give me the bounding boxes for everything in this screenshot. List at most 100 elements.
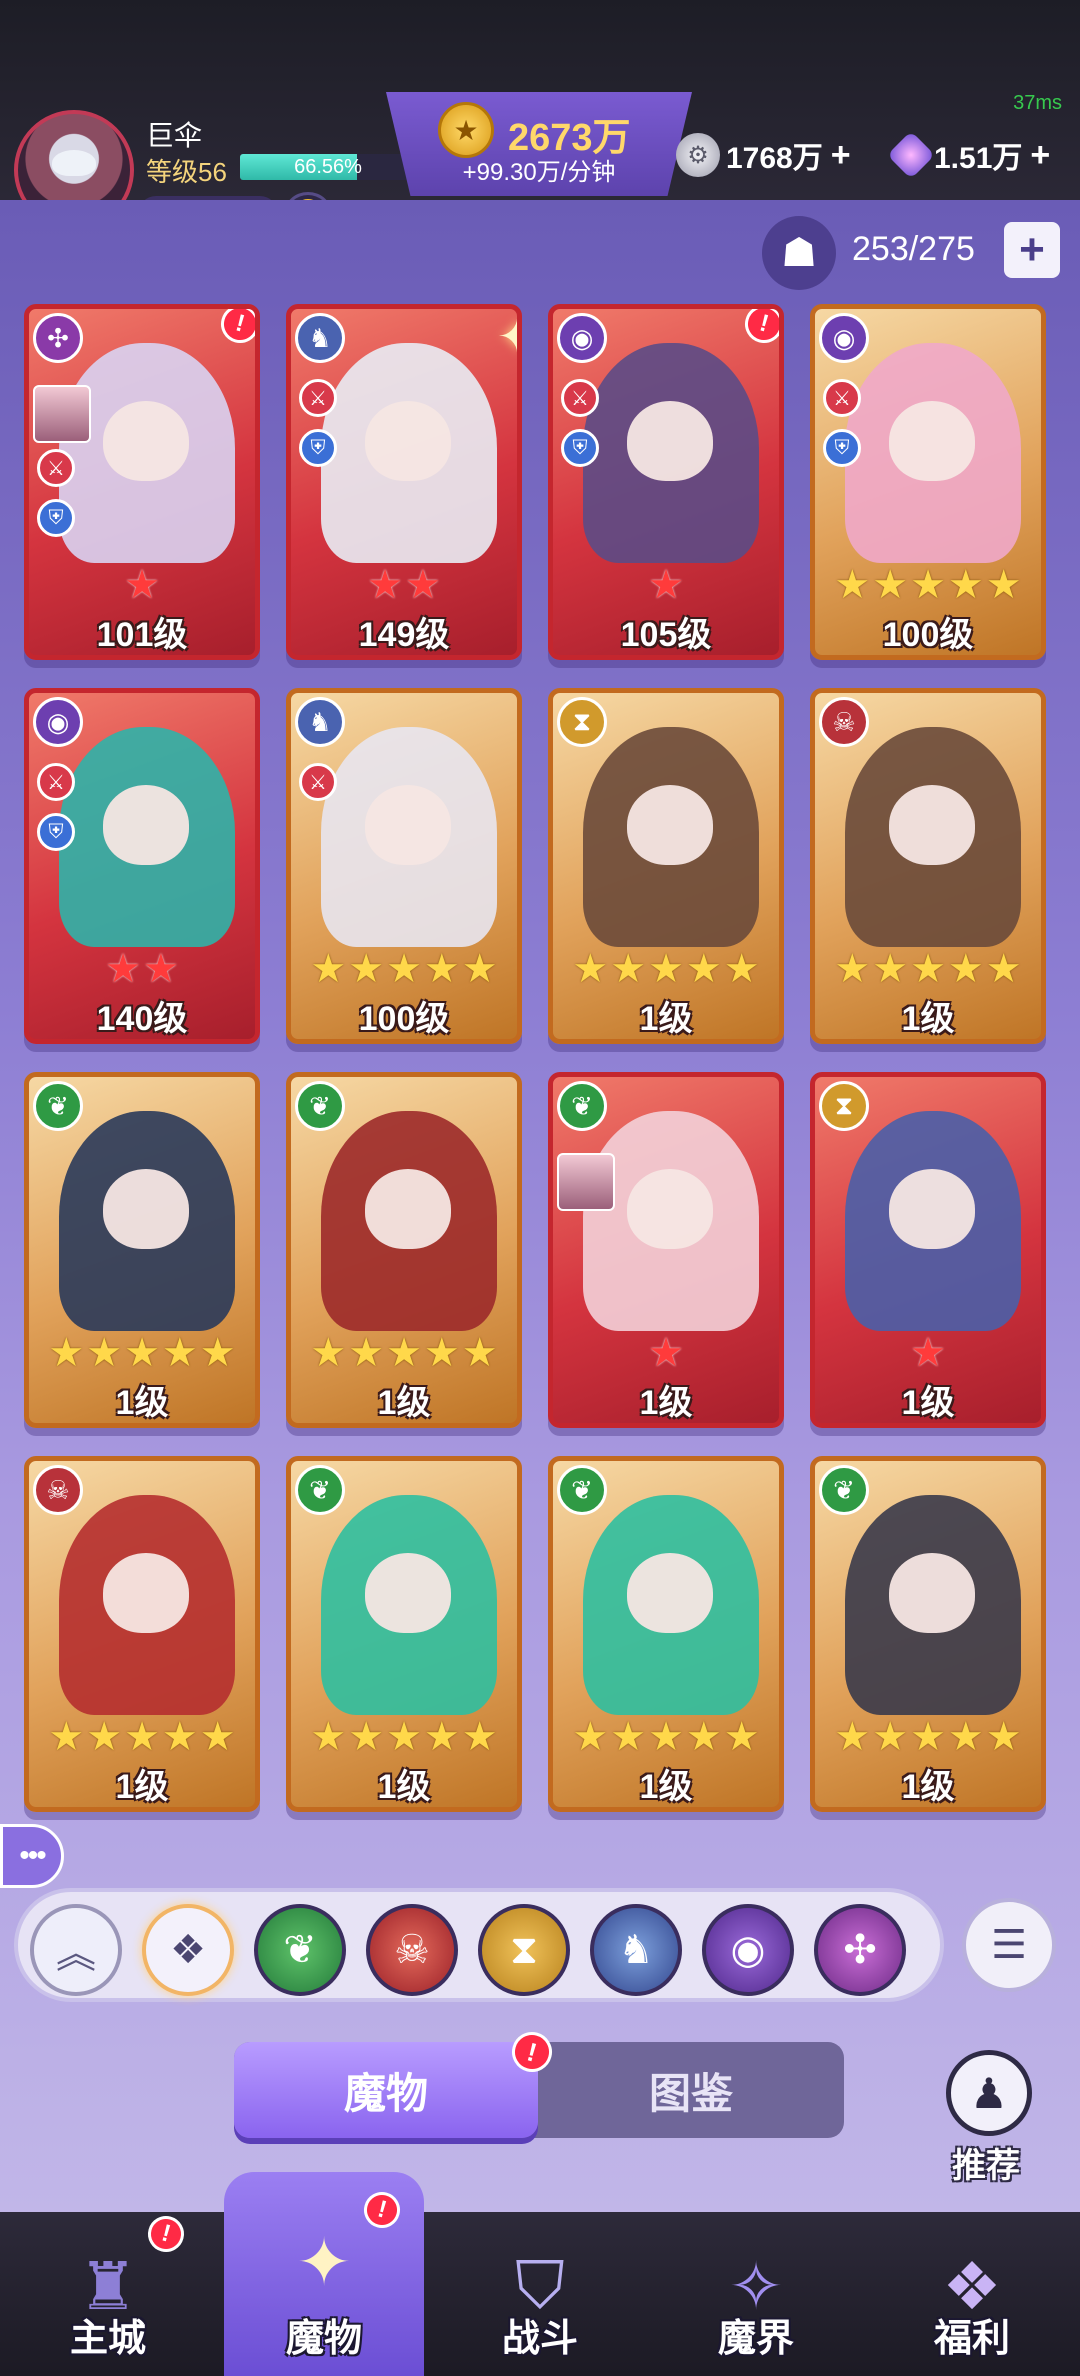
sort-button[interactable]: ☰: [962, 1898, 1056, 1992]
chat-bubble-icon[interactable]: •••: [0, 1824, 64, 1888]
sword-icon: ⚔: [561, 379, 599, 417]
filter-fire-button[interactable]: ☠: [366, 1904, 458, 1996]
star-icon: ★: [723, 1715, 760, 1759]
star-icon: ★: [572, 1715, 609, 1759]
monster-card[interactable]: ♞ ⚔ ⛨ ✦ ★★ 149级: [286, 304, 522, 660]
monster-face: [103, 1553, 189, 1633]
star-icon: ★: [348, 1331, 385, 1375]
star-icon: ★: [910, 563, 946, 607]
monster-card[interactable]: ❦ ★ ★ ★ ★ ★ 1级: [286, 1456, 522, 1812]
recommend-icon[interactable]: ♟: [946, 2050, 1032, 2136]
monster-card[interactable]: ❦ ★ ★ ★ ★ ★ 1级: [810, 1456, 1046, 1812]
star-icon: ★: [161, 1331, 198, 1375]
star-icon: ★: [834, 563, 871, 607]
filter-nature-button[interactable]: ❦: [254, 1904, 346, 1996]
star-rating: ★ ★ ★ ★ ★: [291, 1715, 517, 1759]
star-rating: ★ ★ ★ ★ ★: [815, 563, 1041, 607]
star-icon: ★: [648, 1331, 684, 1375]
star-icon: ★: [423, 1331, 460, 1375]
nav-item[interactable]: ♜ 主城!: [8, 2211, 208, 2376]
filter-eye-button[interactable]: ◉: [702, 1904, 794, 1996]
monster-card[interactable]: ⧗ ★ ★ ★ ★ ★ 1级: [548, 688, 784, 1044]
notify-badge: !: [740, 309, 779, 348]
monster-level: 1级: [901, 1768, 955, 1806]
star-icon: ★: [834, 947, 871, 991]
star-rating: ★ ★ ★ ★ ★: [29, 1715, 255, 1759]
nav-label: 魔界: [717, 2318, 794, 2360]
star-icon: ★: [910, 1715, 946, 1759]
crystal-currency[interactable]: 1.51万 +: [886, 130, 1050, 180]
monster-card[interactable]: ♞ ⚔ ★ ★ ★ ★ ★ 100级: [286, 688, 522, 1044]
star-icon: ★: [143, 947, 179, 991]
tab-monsters[interactable]: 魔物: [234, 2042, 538, 2138]
monster-face: [365, 785, 451, 865]
shield-icon: ⛨: [299, 429, 337, 467]
filter-collapse-button[interactable]: ︽: [30, 1904, 122, 1996]
capacity-add-button[interactable]: +: [1004, 222, 1060, 278]
star-rating: ★ ★ ★ ★ ★: [29, 1331, 255, 1375]
silver-currency[interactable]: ⚙ 1768万 +: [676, 130, 851, 180]
crystal-amount: 1.51万: [934, 142, 1023, 175]
nav-item[interactable]: ❖ 福利: [872, 2212, 1072, 2376]
eye-element-icon: ◉: [33, 697, 83, 747]
monster-face: [889, 401, 975, 481]
ping-readout: 37ms: [1013, 92, 1062, 114]
monster-level: 149级: [358, 616, 450, 654]
star-icon: ★: [86, 1331, 123, 1375]
sand-element-icon: ⧗: [557, 697, 607, 747]
monster-card[interactable]: ◉ ⚔ ⛨ ★ ★ ★ ★ ★ 100级: [810, 304, 1046, 660]
filter-wolf-button[interactable]: ♞: [590, 1904, 682, 1996]
gold-coin-icon: ★: [438, 102, 494, 158]
monster-card[interactable]: ⧗ ★ 1级: [810, 1072, 1046, 1428]
monster-card[interactable]: ◉ ⚔ ⛨ ★ ★ 140级: [24, 688, 260, 1044]
sword-icon: ⚔: [37, 763, 75, 801]
nature-element-icon: ❦: [295, 1465, 345, 1515]
filter-all-button[interactable]: ❖: [142, 1904, 234, 1996]
monster-face: [627, 1553, 713, 1633]
nature-element-icon: ❦: [295, 1081, 345, 1131]
star-rating: ★ ★ ★ ★ ★: [291, 947, 517, 991]
star-rating: ★ ★: [291, 563, 517, 607]
bottom-nav: ♜ 主城! ✦ 魔物! ⛉ 战斗 ✧ 魔界 ❖ 福利: [0, 2172, 1080, 2376]
nav-item[interactable]: ✧ 魔界: [656, 2212, 856, 2376]
monster-card[interactable]: ❦ ★ ★ ★ ★ ★ 1级: [548, 1456, 784, 1812]
star-icon: ★: [648, 947, 684, 991]
star-icon: ★: [685, 947, 722, 991]
star-icon: ★: [423, 947, 460, 991]
monster-card[interactable]: ☠ ★ ★ ★ ★ ★ 1级: [810, 688, 1046, 1044]
shield-icon: ⛨: [37, 499, 75, 537]
star-rating: ★: [553, 563, 779, 607]
gold-panel[interactable]: ★ 2673万 +99.30万/分钟: [386, 92, 692, 196]
monster-card[interactable]: ✣ ⚔ ⛨ ★ 101级!: [24, 304, 260, 660]
crystal-add-button[interactable]: +: [1030, 136, 1050, 175]
monster-level: 1级: [377, 1768, 431, 1806]
filter-sand-button[interactable]: ⧗: [478, 1904, 570, 1996]
star-icon: ★: [124, 563, 160, 607]
monster-face: [103, 401, 189, 481]
star-rating: ★: [815, 1331, 1041, 1375]
silver-add-button[interactable]: +: [831, 136, 851, 175]
tab-codex[interactable]: 图鉴: [538, 2042, 844, 2138]
monster-level: 1级: [115, 1384, 169, 1422]
recommend-label[interactable]: 推荐: [952, 2138, 1020, 2187]
nav-item[interactable]: ✦ 魔物!: [224, 2172, 424, 2376]
sword-icon: ⚔: [823, 379, 861, 417]
monster-card[interactable]: ☠ ★ ★ ★ ★ ★ 1级: [24, 1456, 260, 1812]
monster-card[interactable]: ◉ ⚔ ⛨ ★ 105级!: [548, 304, 784, 660]
star-icon: ★: [348, 947, 385, 991]
monster-icon: ✦: [296, 2224, 352, 2299]
fire-element-icon: ☠: [819, 697, 869, 747]
monster-level: 100级: [358, 1000, 450, 1038]
star-icon: ★: [723, 947, 760, 991]
nav-label: 主城: [69, 2318, 146, 2360]
star-icon: ★: [572, 947, 609, 991]
filter-vortex-button[interactable]: ✣: [814, 1904, 906, 1996]
star-rating: ★: [553, 1331, 779, 1375]
nav-item[interactable]: ⛉ 战斗: [440, 2212, 640, 2376]
star-icon: ★: [105, 947, 141, 991]
monster-face: [365, 1169, 451, 1249]
monster-card[interactable]: ❦ ★ ★ ★ ★ ★ 1级: [24, 1072, 260, 1428]
monster-card[interactable]: ❦ ★ ★ ★ ★ ★ 1级: [286, 1072, 522, 1428]
monster-card[interactable]: ❦ ★ 1级: [548, 1072, 784, 1428]
equipped-mini-portrait: [33, 385, 91, 443]
